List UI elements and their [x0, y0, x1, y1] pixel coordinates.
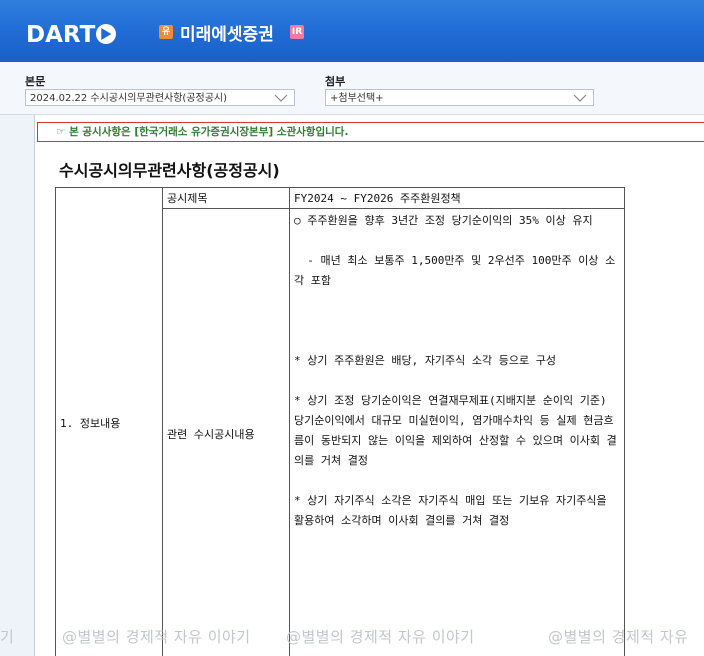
dart-logo-mark-icon	[96, 24, 117, 44]
content-label: 관련 수시공시내용	[162, 208, 290, 656]
content-paragraph: * 상기 조정 당기순이익은 연결재무제표(지배지분 순이익 기준) 당기순이익…	[294, 394, 617, 467]
dart-logo[interactable]: DART	[26, 22, 117, 48]
main-document-select-value: 2024.02.22 수시공시의무관련사항(공정공시)	[30, 93, 228, 104]
jurisdiction-notice: ☞ 본 공시사항은 [한국거래소 유가증권시장본부] 소관사항입니다.	[37, 122, 704, 142]
watermark-text: 기	[0, 628, 15, 646]
subject-value: FY2024 ~ FY2026 주주환원정책	[289, 187, 625, 209]
main-document-select[interactable]: 2024.02.22 수시공시의무관련사항(공정공시)	[25, 89, 295, 106]
content-paragraph	[294, 311, 620, 331]
attachment-select-value: +첨부선택+	[330, 93, 384, 104]
main-text-label: 본문	[25, 75, 46, 88]
attachment-label: 첨부	[325, 75, 346, 88]
content-paragraph: - 매년 최소 보통주 1,500만주 및 2우선주 100만주 이상 소각 포…	[294, 254, 616, 287]
content-paragraph	[294, 331, 620, 351]
document-selector-bar: 본문 2024.02.22 수시공시의무관련사항(공정공시) 첨부 +첨부선택+	[0, 62, 704, 115]
company-name[interactable]: 미래에셋증권	[180, 20, 274, 45]
content-paragraph	[294, 231, 620, 251]
content-paragraph: ○ 주주환원을 향후 3년간 조정 당기순이익의 35% 이상 유지	[294, 214, 593, 227]
chevron-down-icon	[274, 94, 288, 102]
subject-label: 공시제목	[162, 187, 290, 209]
content-body: ○ 주주환원을 향후 3년간 조정 당기순이익의 35% 이상 유지 - 매년 …	[289, 208, 625, 656]
watermark-text: @별별의 경제적 자유 이야기	[62, 628, 251, 646]
content-paragraph: * 상기 자기주식 소각은 자기주식 매입 또는 기보유 자기주식을 활용하여 …	[294, 494, 614, 527]
document-viewer[interactable]: ☞ 본 공시사항은 [한국거래소 유가증권시장본부] 소관사항입니다. 수시공시…	[34, 115, 704, 656]
disclosure-table: 1. 정보내용 공시제목 FY2024 ~ FY2026 주주환원정책 관련 수…	[55, 187, 625, 656]
attachment-select[interactable]: +첨부선택+	[325, 89, 594, 106]
content-paragraph: * 상기 주주환원은 배당, 자기주식 소각 등으로 구성	[294, 354, 557, 367]
content-paragraph	[294, 471, 620, 491]
chevron-down-icon	[573, 94, 587, 102]
document-title: 수시공시의무관련사항(공정공시)	[59, 161, 280, 180]
row-label-info-content: 1. 정보내용	[55, 187, 163, 656]
dart-header: DART 유 미래에셋증권 IR	[0, 0, 704, 62]
securities-badge-icon: 유	[159, 25, 173, 39]
watermark-text: @별별의 경제적 자유	[548, 628, 689, 646]
table-row: 1. 정보내용 공시제목 FY2024 ~ FY2026 주주환원정책	[55, 187, 625, 656]
content-paragraph	[294, 291, 620, 311]
dart-logo-text: DART	[26, 22, 96, 48]
ir-badge-icon[interactable]: IR	[290, 25, 304, 39]
content-paragraph	[294, 371, 620, 391]
watermark-text: @별별의 경제적 자유 이야기	[286, 628, 475, 646]
